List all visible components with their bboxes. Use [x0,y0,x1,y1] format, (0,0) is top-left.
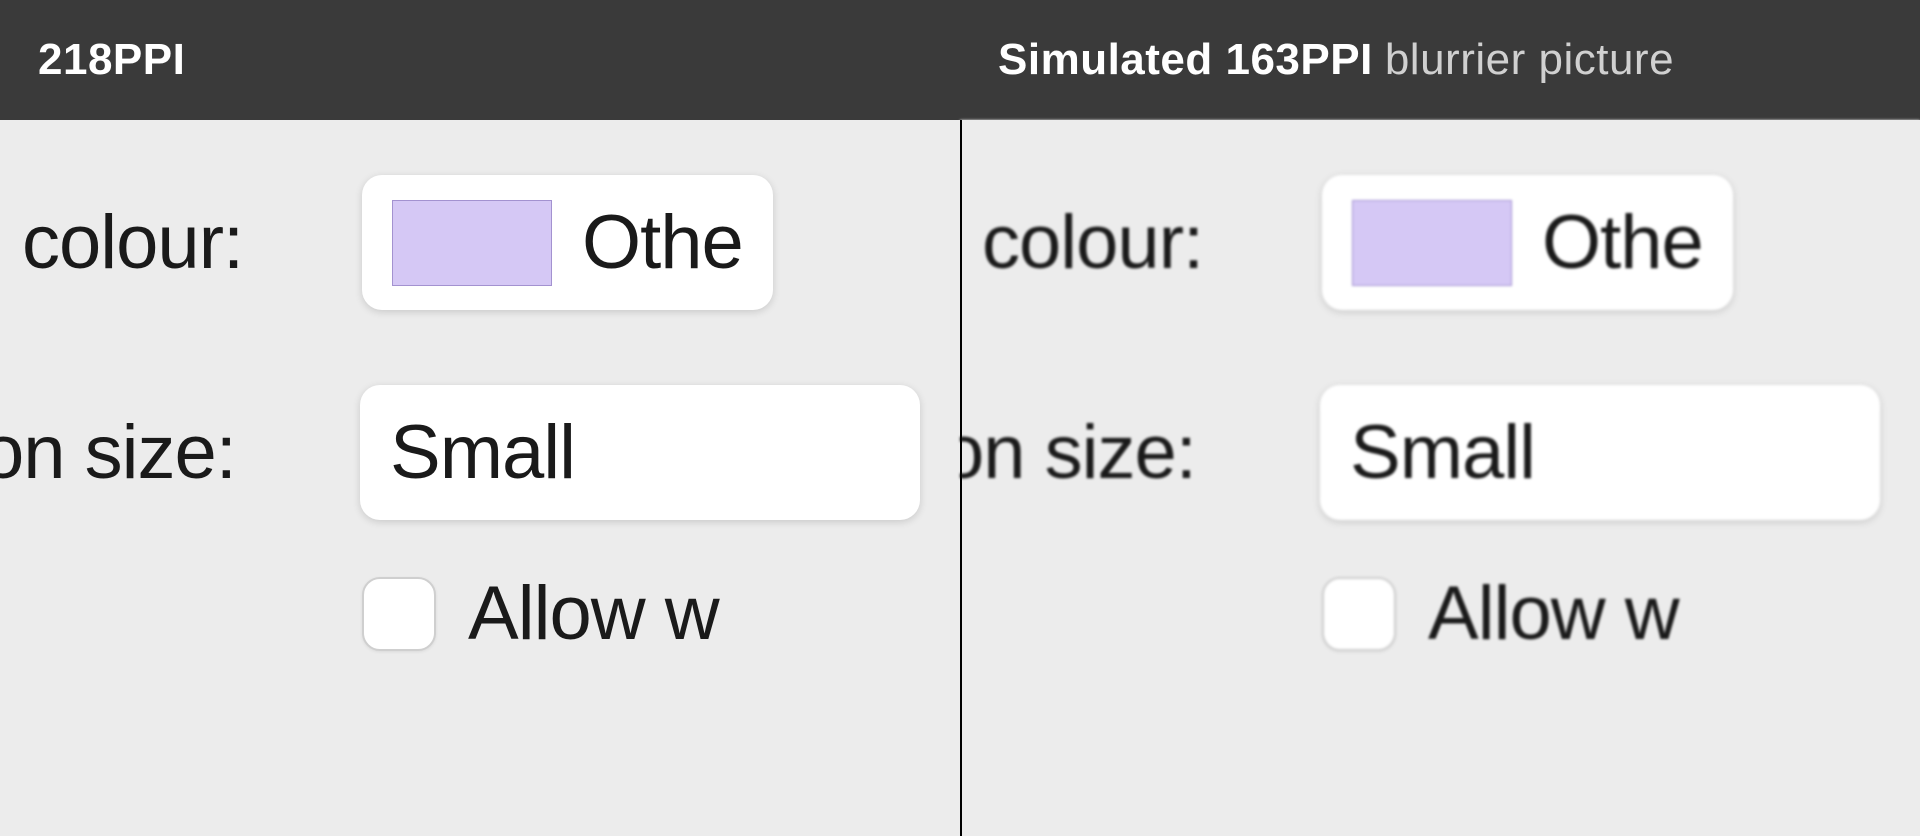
colour-value: Othe [1542,199,1703,286]
right-ppi-label: Simulated 163PPI [998,35,1373,85]
header-left-section: 218PPI [0,0,960,120]
colour-dropdown[interactable]: Othe [362,175,773,310]
allow-label: Allow w [468,570,719,657]
form-row-size: on size: Small [960,385,1920,520]
colour-value: Othe [582,199,743,286]
right-ppi-sublabel: blurrier picture [1385,35,1674,85]
form-row-allow: Allow w [960,570,1920,657]
vertical-divider [960,120,962,836]
size-dropdown[interactable]: Small [1320,385,1880,520]
size-value: Small [1350,409,1535,496]
header-right-section: Simulated 163PPI blurrier picture [960,0,1920,120]
left-ppi-label: 218PPI [38,35,185,85]
form-row-colour: colour: Othe [0,175,960,310]
form-row-size: on size: Small [0,385,960,520]
size-label: on size: [0,409,332,496]
allow-label: Allow w [1428,570,1679,657]
comparison-header: 218PPI Simulated 163PPI blurrier picture [0,0,1920,120]
colour-label: colour: [982,199,1302,286]
allow-checkbox[interactable] [1322,577,1396,651]
form-row-colour: colour: Othe [960,175,1920,310]
allow-checkbox[interactable] [362,577,436,651]
colour-label: colour: [22,199,342,286]
panel-blurry: colour: Othe on size: Small Allow w [960,120,1920,836]
colour-swatch [1352,200,1512,286]
size-dropdown[interactable]: Small [360,385,920,520]
colour-swatch [392,200,552,286]
form-row-allow: Allow w [0,570,960,657]
size-value: Small [390,409,575,496]
panel-sharp: colour: Othe on size: Small Allow w [0,120,960,836]
size-label: on size: [960,409,1292,496]
colour-dropdown[interactable]: Othe [1322,175,1733,310]
